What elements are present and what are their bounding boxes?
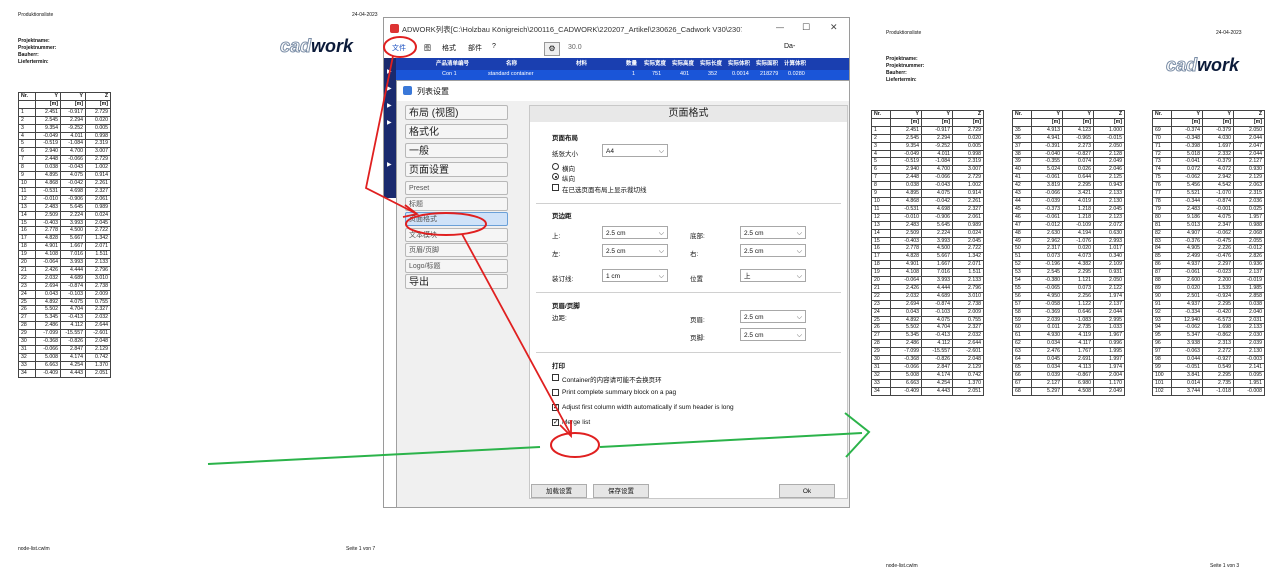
green-arrow-line (599, 432, 863, 448)
highlight-merge-list (550, 432, 600, 458)
green-arrowhead (844, 412, 871, 458)
highlight-file-menu (383, 36, 417, 58)
highlight-page-format (405, 212, 487, 236)
arrow-nav-to-merge (461, 233, 571, 434)
green-arrow-line (207, 446, 541, 465)
annotation-overlay (207, 36, 871, 465)
arrow-file-to-nav (364, 55, 416, 214)
